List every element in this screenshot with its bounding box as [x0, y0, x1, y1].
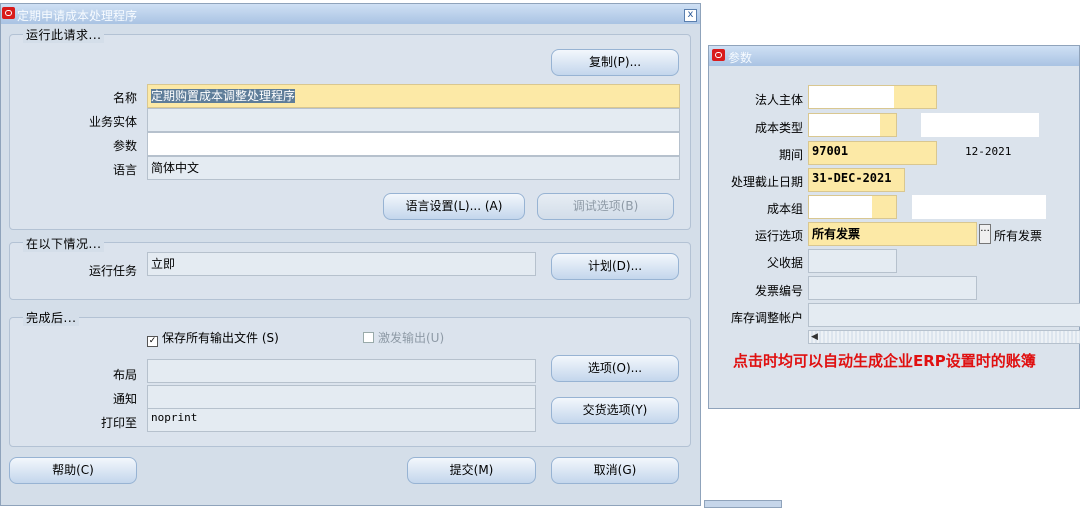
layout-label: 布局 — [112, 368, 137, 382]
help-button[interactable]: 帮助(C) — [9, 457, 137, 484]
cost-type-label: 成本类型 — [754, 121, 803, 135]
run-job-label: 运行任务 — [88, 264, 137, 278]
checkbox-checked-icon: ✓ — [147, 336, 158, 347]
parameters-window-titlebar[interactable]: 参数 — [709, 46, 1079, 66]
cost-group-field[interactable] — [808, 195, 897, 219]
cutoff-date-label: 处理截止日期 — [730, 175, 803, 189]
period-field[interactable]: 97001 — [808, 141, 937, 165]
submit-button[interactable]: 提交(M) — [407, 457, 536, 484]
parent-receipt-label: 父收据 — [766, 256, 803, 270]
operating-unit-label: 业务实体 — [88, 115, 137, 129]
annotation-note: 点击时均可以自动生成企业ERP设置时的账簿 — [733, 352, 1036, 370]
layout-field[interactable] — [147, 359, 536, 383]
print-to-field[interactable]: noprint — [147, 408, 536, 432]
cost-type-redaction — [809, 114, 880, 136]
parameters-label: 参数 — [112, 139, 137, 153]
notify-label: 通知 — [112, 392, 137, 406]
oracle-icon — [712, 49, 725, 61]
name-field[interactable]: 定期购置成本调整处理程序 — [147, 84, 680, 108]
burst-output-label: 激发输出(U) — [378, 331, 445, 345]
cost-type-field[interactable] — [808, 113, 897, 137]
cost-group-redaction — [809, 196, 872, 218]
horizontal-scrollbar[interactable]: ◀ — [808, 330, 1080, 344]
debug-options-button: 调试选项(B) — [537, 193, 674, 220]
options-button[interactable]: 选项(O)... — [551, 355, 679, 382]
save-output-checkbox[interactable]: ✓ 保存所有输出文件 (S) — [147, 329, 279, 347]
list-of-values-button[interactable]: ··· — [979, 224, 991, 244]
legal-entity-label: 法人主体 — [754, 93, 803, 107]
legal-entity-redaction — [809, 86, 894, 108]
invoice-number-field[interactable] — [808, 276, 977, 300]
cancel-button[interactable]: 取消(G) — [551, 457, 679, 484]
cost-group-label: 成本组 — [766, 202, 803, 216]
invoice-number-label: 发票编号 — [754, 284, 803, 298]
delivery-options-button[interactable]: 交货选项(Y) — [551, 397, 679, 424]
language-field[interactable]: 简体中文 — [147, 156, 680, 180]
cost-type-description — [921, 113, 1039, 137]
legal-entity-field[interactable] — [808, 85, 937, 109]
inventory-adj-account-label: 库存调整帐户 — [730, 311, 803, 325]
period-description: 12-2021 — [965, 145, 1012, 158]
print-to-label: 打印至 — [100, 416, 137, 430]
name-value: 定期购置成本调整处理程序 — [151, 89, 296, 103]
parameters-window: 参数 法人主体 成本类型 期间 97001 12-2021 处理截止日期 31-… — [708, 45, 1080, 409]
notify-field[interactable] — [147, 385, 536, 409]
run-option-label: 运行选项 — [754, 229, 803, 243]
run-option-field[interactable]: 所有发票 — [808, 222, 977, 246]
request-window: 定期申请成本处理程序 x 运行此请求... 复制(P)... 名称 定期购置成本… — [0, 3, 701, 506]
burst-output-checkbox: 激发输出(U) — [363, 329, 444, 346]
background-window-strip — [704, 500, 782, 508]
run-option-description: 所有发票 — [994, 229, 1043, 243]
run-job-field[interactable]: 立即 — [147, 252, 536, 276]
name-label: 名称 — [112, 91, 137, 105]
cost-group-description — [912, 195, 1046, 219]
inventory-adj-account-field[interactable] — [808, 303, 1080, 327]
save-output-label: 保存所有输出文件 (S) — [162, 331, 279, 345]
copy-button[interactable]: 复制(P)... — [551, 49, 679, 76]
language-settings-button[interactable]: 语言设置(L)... (A) — [383, 193, 525, 220]
request-window-titlebar[interactable]: 定期申请成本处理程序 x — [1, 4, 700, 24]
run-request-group-title: 运行此请求... — [23, 26, 105, 43]
parameters-window-title: 参数 — [728, 51, 753, 65]
parameters-field[interactable] — [147, 132, 680, 156]
window-title: 定期申请成本处理程序 — [17, 9, 138, 23]
period-label: 期间 — [778, 148, 803, 162]
completion-group-title: 完成后... — [23, 309, 80, 326]
checkbox-unchecked-icon — [363, 332, 374, 343]
scroll-left-icon[interactable]: ◀ — [811, 332, 818, 342]
schedule-button[interactable]: 计划(D)... — [551, 253, 679, 280]
close-icon[interactable]: x — [684, 9, 697, 22]
parent-receipt-field[interactable] — [808, 249, 897, 273]
cutoff-date-field[interactable]: 31-DEC-2021 — [808, 168, 905, 192]
schedule-group-title: 在以下情况... — [23, 235, 105, 252]
oracle-icon — [2, 7, 15, 19]
operating-unit-field[interactable] — [147, 108, 680, 132]
language-label: 语言 — [112, 163, 137, 177]
